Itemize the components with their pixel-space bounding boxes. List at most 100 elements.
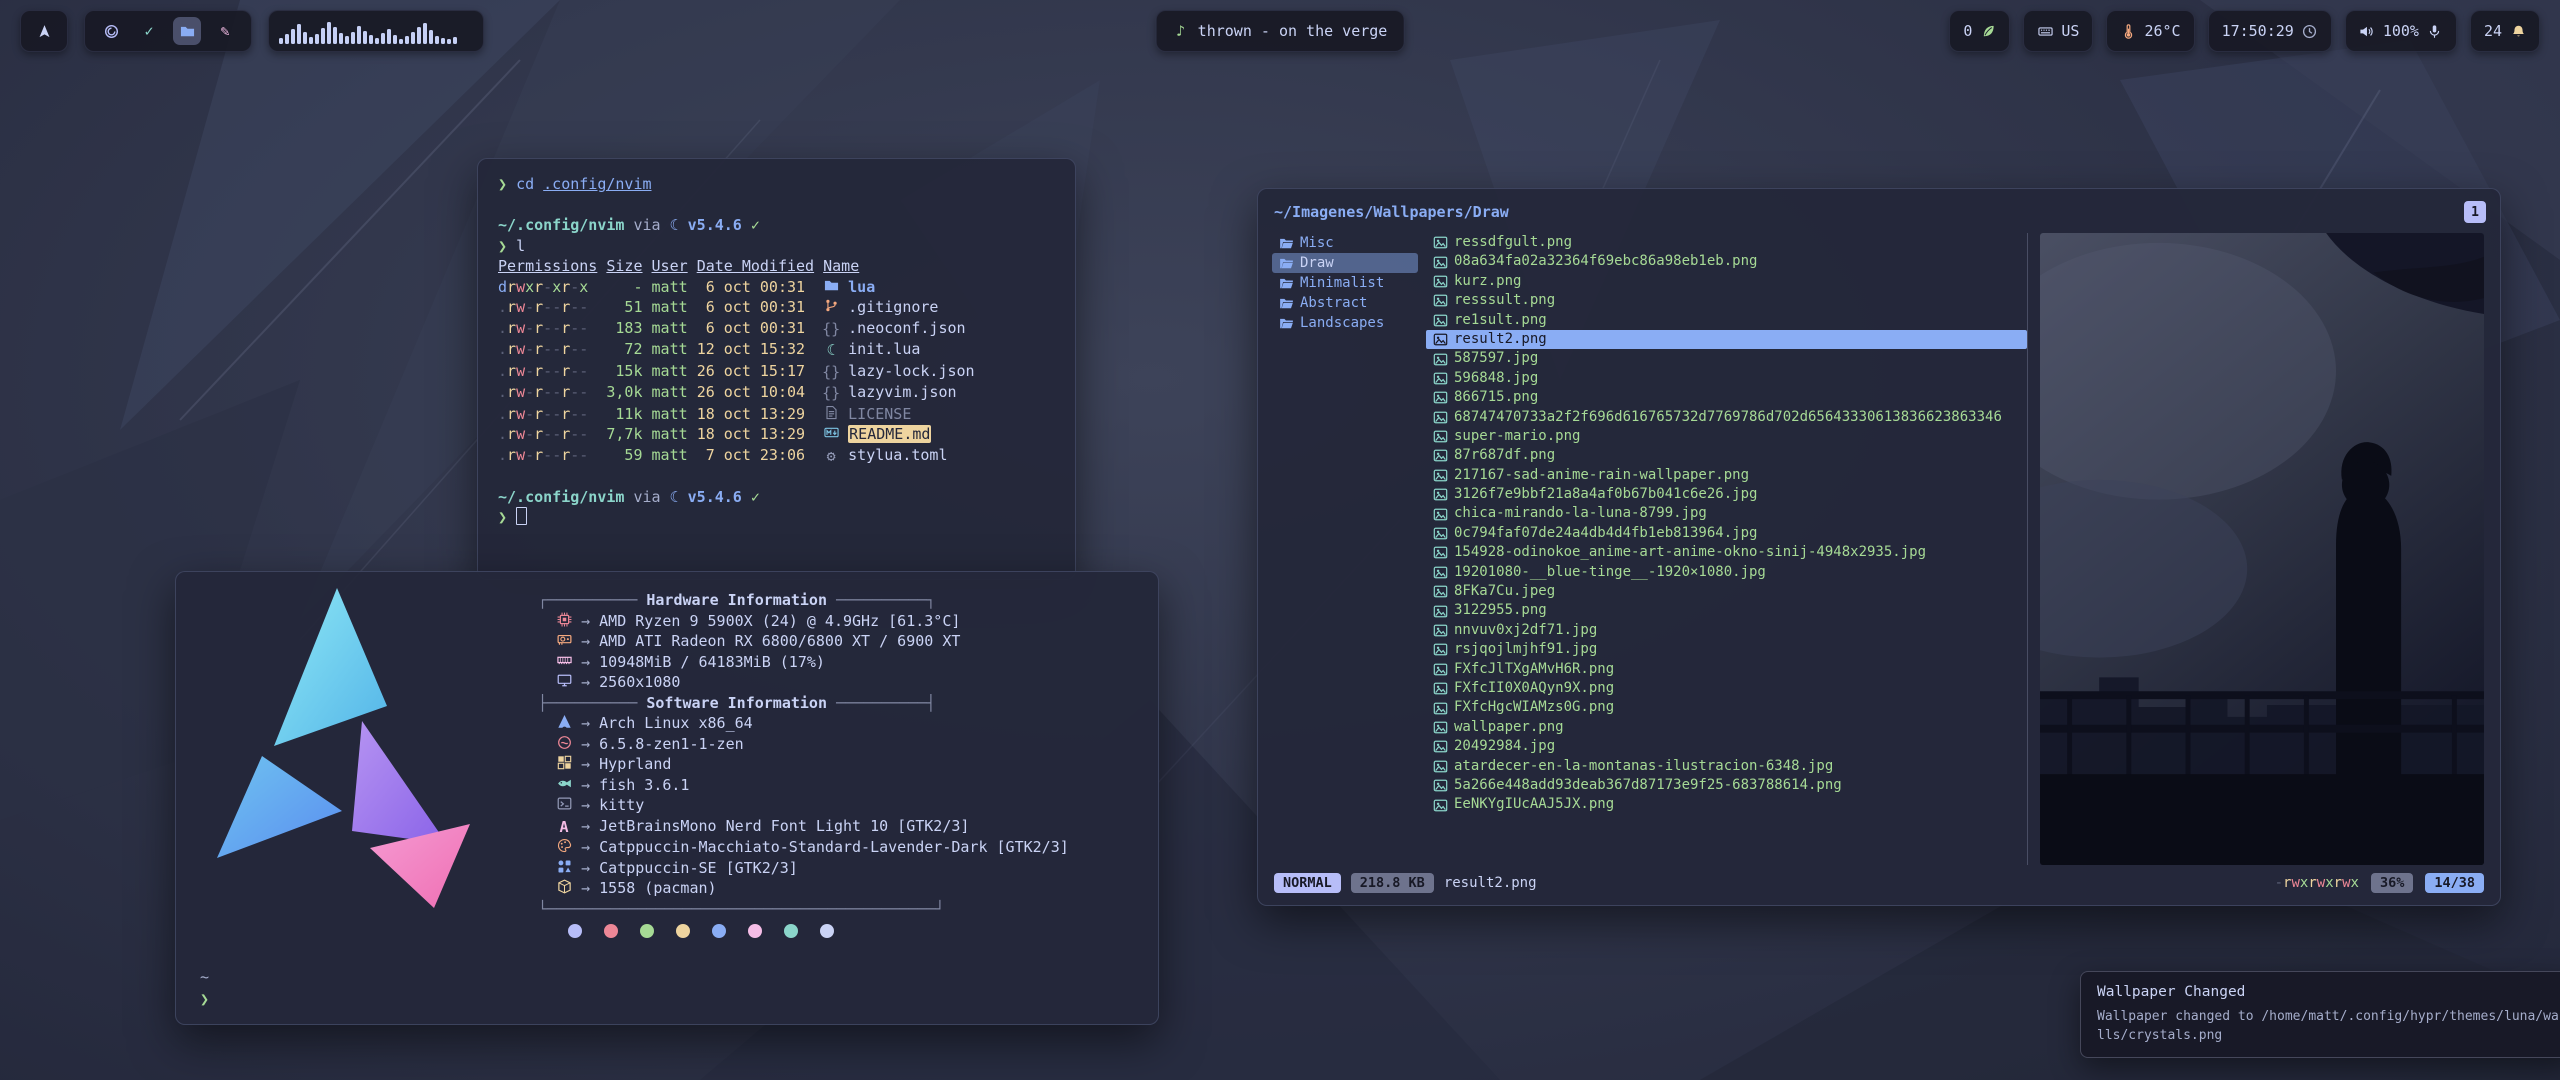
dir-item-minimalist[interactable]: Minimalist	[1272, 273, 1418, 293]
module-clock[interactable]: 17:50:29	[2208, 10, 2332, 52]
color-dot	[640, 924, 654, 938]
launcher-button[interactable]	[20, 10, 68, 52]
info-line: → Catppuccin-SE [GTK2/3]	[538, 858, 1134, 879]
image-icon	[1432, 720, 1448, 735]
file-item[interactable]: 0c794faf07de24a4db4d4fb1eb813964.jpg	[1426, 524, 2027, 543]
file-item[interactable]: wallpaper.png	[1426, 718, 2027, 737]
ls-row: drwxr-xr-x - matt 6 oct 00:31 lua	[498, 277, 1055, 298]
file-item[interactable]: kurz.png	[1426, 272, 2027, 291]
pointer-icon	[36, 24, 52, 39]
file-item[interactable]: ressdfgult.png	[1426, 233, 2027, 252]
workspace-one[interactable]	[97, 17, 125, 45]
file-item[interactable]: re1sult.png	[1426, 311, 2027, 330]
file-item[interactable]: 3126f7e9bbf21a8a4af0b67b041c6e26.jpg	[1426, 485, 2027, 504]
info-line: → Catppuccin-Macchiato-Standard-Lavender…	[538, 837, 1134, 858]
thermometer-icon	[2120, 24, 2136, 39]
workspace-two[interactable]: ✓	[135, 17, 163, 45]
file-manager-window[interactable]: ~/Imagenes/Wallpapers/Draw 1 MiscDrawMin…	[1257, 188, 2501, 906]
info-line: → AMD Ryzen 9 5900X (24) @ 4.9GHz [61.3°…	[538, 611, 1134, 632]
dir-item-landscapes[interactable]: Landscapes	[1272, 313, 1418, 333]
file-item[interactable]: 8FKa7Cu.jpeg	[1426, 582, 2027, 601]
file-item[interactable]: 217167-sad-anime-rain-wallpaper.png	[1426, 466, 2027, 485]
info-line: → 6.5.8-zen1-1-zen	[538, 734, 1134, 755]
image-icon	[1432, 604, 1448, 619]
terminal-cursor	[516, 507, 527, 525]
image-icon	[1432, 507, 1448, 522]
file-item[interactable]: 154928-odinokoe_anime-art-anime-okno-sin…	[1426, 543, 2027, 562]
file-item[interactable]: nnvuv0xj2df71.jpg	[1426, 621, 2027, 640]
list-position-badge: 14/38	[2425, 873, 2484, 893]
file-item[interactable]: 20492984.jpg	[1426, 737, 2027, 756]
info-line: → fish 3.6.1	[538, 775, 1134, 796]
module-notifications[interactable]: 24	[2470, 10, 2540, 52]
file-item[interactable]: atardecer-en-la-montanas-ilustracion-634…	[1426, 757, 2027, 776]
folder-open-icon	[1278, 256, 1294, 271]
file-item[interactable]: 87r687df.png	[1426, 446, 2027, 465]
file-item[interactable]: 587597.jpg	[1426, 349, 2027, 368]
file-item[interactable]: 3122955.png	[1426, 601, 2027, 620]
terminal-window[interactable]: ❯ cd .config/nvim ~/.config/nvim via ☾ v…	[477, 158, 1076, 580]
file-item[interactable]: 08a634fa02a32364f69ebc86a98eb1eb.png	[1426, 252, 2027, 271]
image-icon	[1432, 565, 1448, 580]
file-item[interactable]: EeNKYgIUcAAJ5JX.png	[1426, 795, 2027, 814]
ls-row: .rw-r--r-- 3,0k matt 26 oct 10:04 {} laz…	[498, 382, 1055, 404]
file-item[interactable]: 68747470733a2f2f696d616765732d7769786d70…	[1426, 408, 2027, 427]
ls-row: .rw-r--r-- 7,7k matt 18 oct 13:29 README…	[498, 424, 1055, 445]
braces-icon: {}	[823, 383, 839, 404]
image-icon	[1432, 313, 1448, 328]
status-bar-right: -rwxrwxrwx 36% 14/38	[2275, 873, 2484, 893]
file-item[interactable]: 866715.png	[1426, 388, 2027, 407]
breadcrumb-path: ~/Imagenes/Wallpapers/Draw	[1274, 203, 1509, 221]
info-section-header: ├────────── Software Information ───────…	[538, 693, 1134, 714]
distro-logo	[202, 586, 502, 916]
dir-item-abstract[interactable]: Abstract	[1272, 293, 1418, 313]
dir-item-misc[interactable]: Misc	[1272, 233, 1418, 253]
fetch-terminal-window[interactable]: ┌────────── Hardware Information ───────…	[175, 571, 1159, 1025]
file-item[interactable]: FXfcHgcWIAMzs0G.png	[1426, 698, 2027, 717]
image-icon	[1432, 429, 1448, 444]
image-icon	[1432, 235, 1448, 250]
color-dot	[748, 924, 762, 938]
image-icon	[1432, 545, 1448, 560]
color-dot	[568, 924, 582, 938]
module-keyboard-layout[interactable]: US	[2023, 10, 2093, 52]
scroll-percent-badge: 36%	[2371, 873, 2413, 893]
file-item[interactable]: 596848.jpg	[1426, 369, 2027, 388]
file-item[interactable]: chica-mirando-la-luna-8799.jpg	[1426, 504, 2027, 523]
dir-item-draw[interactable]: Draw	[1272, 253, 1418, 273]
module-updates[interactable]: 0	[1949, 10, 2010, 52]
ls-output: Permissions Size User Date Modified Name…	[498, 256, 1055, 466]
color-dot	[676, 924, 690, 938]
file-item[interactable]: 19201080-__blue-tinge__-1920×1080.jpg	[1426, 563, 2027, 582]
image-icon	[1432, 352, 1448, 367]
ls-header: Permissions Size User Date Modified Name	[498, 256, 1055, 277]
theme-icon	[556, 838, 572, 853]
notification-popup[interactable]: Wallpaper Changed Wallpaper changed to /…	[2080, 971, 2560, 1058]
clock-value: 17:50:29	[2222, 22, 2294, 40]
file-item[interactable]: resssult.png	[1426, 291, 2027, 310]
speaker-icon	[2359, 24, 2375, 39]
status-filename: result2.png	[1444, 875, 1537, 891]
file-item[interactable]: 5a266e448add93deab367d87173e9f25-6837886…	[1426, 776, 2027, 795]
file-item[interactable]: super-mario.png	[1426, 427, 2027, 446]
file-item[interactable]: result2.png	[1426, 330, 2027, 349]
music-player-widget[interactable]: ♪ thrown - on the verge	[1156, 10, 1405, 52]
ls-row: .rw-r--r-- 59 matt 7 oct 23:06 ⚙ stylua.…	[498, 445, 1055, 467]
workspace-three[interactable]	[173, 17, 201, 45]
workspace-four[interactable]: ✎	[211, 17, 239, 45]
info-line: → kitty	[538, 795, 1134, 816]
image-icon	[1432, 371, 1448, 386]
info-line: → 2560x1080	[538, 672, 1134, 693]
tab-indicator[interactable]: 1	[2464, 201, 2486, 223]
color-dot	[604, 924, 618, 938]
file-manager-body: MiscDrawMinimalistAbstractLandscapes res…	[1272, 233, 2486, 865]
file-item[interactable]: FXfcII0X0AQyn9X.png	[1426, 679, 2027, 698]
info-section-header: ┌────────── Hardware Information ───────…	[538, 590, 1134, 611]
file-item[interactable]: FXfcJlTXgAMvH6R.png	[1426, 660, 2027, 679]
braces-icon: {}	[823, 362, 839, 383]
file-item[interactable]: rsjqojlmjhf91.jpg	[1426, 640, 2027, 659]
module-temperature[interactable]: 26°C	[2106, 10, 2194, 52]
shell-command-line: ❯ l	[498, 236, 1055, 257]
notification-title: Wallpaper Changed	[2097, 984, 2559, 1000]
module-volume[interactable]: 100%	[2345, 10, 2457, 52]
